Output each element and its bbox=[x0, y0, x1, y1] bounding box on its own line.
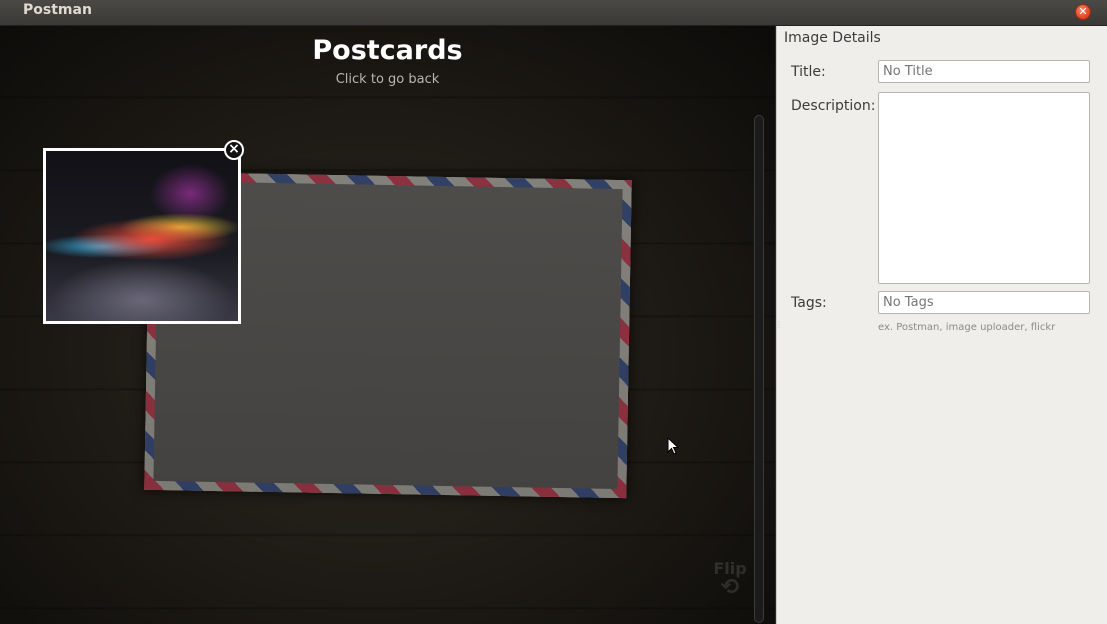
vertical-scrollbar[interactable] bbox=[754, 115, 764, 623]
tags-hint: ex. Postman, image uploader, flickr bbox=[878, 322, 1056, 333]
attached-photo[interactable] bbox=[43, 148, 241, 324]
description-textarea[interactable] bbox=[878, 92, 1090, 284]
resize-grip-icon[interactable]: ⋮ bbox=[775, 320, 783, 329]
title-label: Title: bbox=[791, 64, 826, 80]
back-link[interactable]: Click to go back bbox=[0, 72, 775, 87]
close-icon[interactable]: ✕ bbox=[1075, 4, 1091, 20]
flip-button[interactable]: Flip ⟲ bbox=[708, 559, 752, 600]
description-label: Description: bbox=[791, 98, 876, 114]
image-details-panel: ⋮ Image Details Title: Description: Tags… bbox=[775, 26, 1107, 624]
window-titlebar: Postman ✕ bbox=[0, 0, 1107, 26]
tags-label: Tags: bbox=[791, 295, 827, 311]
postcard-stage[interactable]: Postcards Click to go back × Flip ⟲ bbox=[0, 26, 775, 624]
rotate-icon: ⟲ bbox=[720, 575, 740, 600]
window-title: Postman bbox=[23, 2, 92, 18]
tags-input[interactable] bbox=[878, 291, 1090, 314]
panel-title: Image Details bbox=[784, 30, 881, 46]
title-input[interactable] bbox=[878, 60, 1090, 83]
page-title: Postcards bbox=[312, 35, 463, 66]
remove-photo-icon[interactable]: × bbox=[224, 140, 244, 160]
